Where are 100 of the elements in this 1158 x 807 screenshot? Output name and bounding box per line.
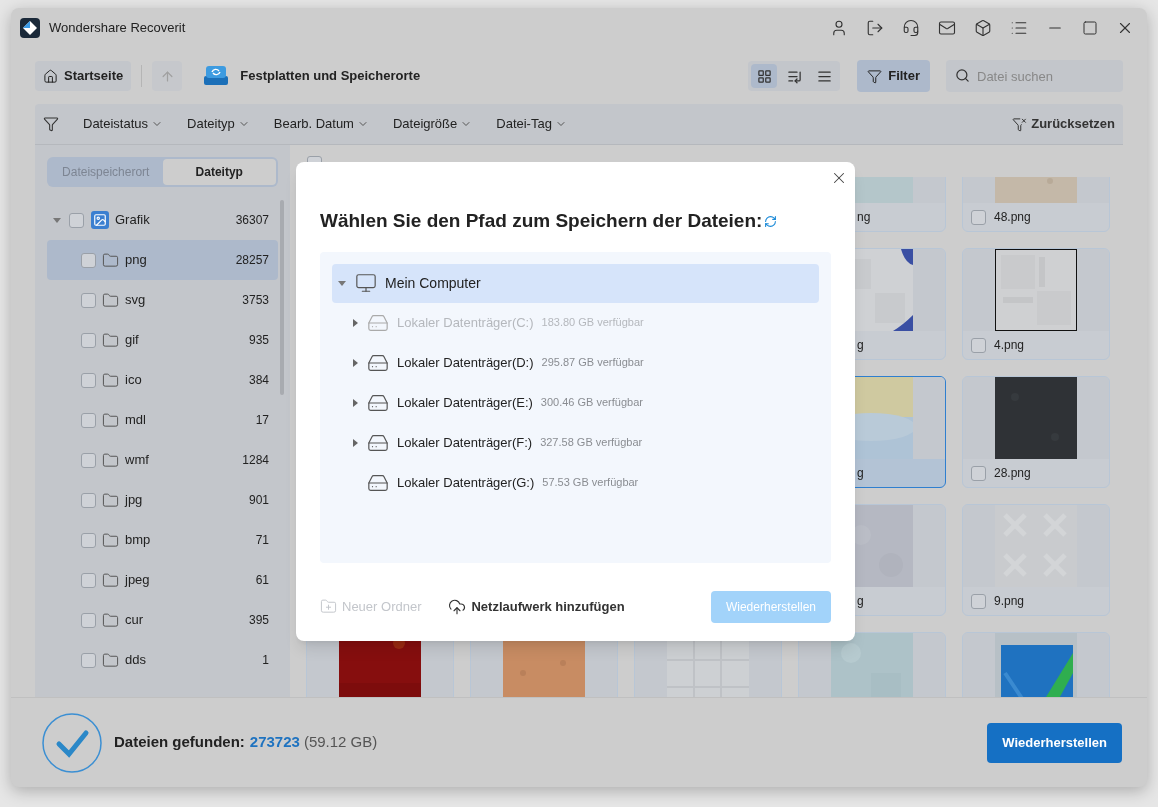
- cube-icon[interactable]: [974, 19, 992, 37]
- folder-icon: [102, 291, 119, 309]
- checkbox[interactable]: [971, 209, 986, 225]
- checkbox[interactable]: [81, 572, 96, 588]
- tree-count: 17: [255, 412, 269, 429]
- filter-dropdown[interactable]: Bearb. Datum: [273, 114, 369, 134]
- menu-icon[interactable]: [1010, 19, 1028, 37]
- drive-label: Lokaler Datenträger(E:): [397, 393, 533, 412]
- checkbox[interactable]: [81, 452, 96, 468]
- tree-count: 384: [248, 372, 269, 389]
- checkbox[interactable]: [81, 612, 96, 628]
- file-name: g: [857, 593, 864, 610]
- maximize-icon[interactable]: [1082, 20, 1098, 36]
- tree-count: 36307: [235, 212, 269, 229]
- app-logo: [20, 18, 40, 38]
- file-name: 4.png: [994, 337, 1025, 354]
- user-icon[interactable]: [830, 19, 848, 37]
- location-label: Festplatten und Speicherorte: [240, 67, 421, 86]
- view-button[interactable]: [751, 64, 778, 88]
- checkbox[interactable]: [971, 465, 986, 481]
- tree-count: 1: [262, 652, 269, 669]
- caret-icon[interactable]: [352, 438, 358, 447]
- found-size: (59.12 GB): [303, 732, 378, 753]
- checkbox[interactable]: [81, 652, 96, 668]
- filter-dropdown[interactable]: Datei-Tag: [496, 114, 567, 134]
- tree-row[interactable]: jpeg 61: [47, 560, 278, 600]
- tree-row[interactable]: dds 1: [47, 640, 278, 680]
- tree-label: cur: [125, 611, 144, 630]
- tree-label: mdl: [125, 411, 146, 430]
- tree-label: png: [125, 251, 147, 270]
- tree-row[interactable]: gif 935: [47, 320, 278, 360]
- file-tile[interactable]: 28.png: [962, 376, 1110, 488]
- checkbox[interactable]: [81, 532, 96, 548]
- found-label: Dateien gefunden:: [114, 732, 245, 753]
- tree-row[interactable]: cur 395: [47, 600, 278, 640]
- caret-icon[interactable]: [352, 358, 358, 367]
- list-icon: [816, 68, 832, 84]
- tree-row[interactable]: bmp 71: [47, 520, 278, 560]
- free-space: 327.58 GB verfügbar: [540, 435, 643, 451]
- file-name: 28.png: [994, 465, 1031, 482]
- checkbox[interactable]: [81, 252, 96, 268]
- tree-row[interactable]: jpg 901: [47, 480, 278, 520]
- file-tile[interactable]: 48.png: [962, 177, 1110, 232]
- checkbox[interactable]: [81, 292, 96, 308]
- file-name: 48.png: [994, 209, 1031, 226]
- caret-icon[interactable]: [352, 398, 358, 407]
- tree-row[interactable]: svg 3753: [47, 280, 278, 320]
- filter-dropdown[interactable]: Dateigröße: [392, 114, 473, 134]
- caret-icon[interactable]: [53, 216, 61, 224]
- cloud-upload-icon: [448, 597, 467, 616]
- mail-icon[interactable]: [938, 19, 956, 37]
- funnel-icon: [867, 68, 883, 84]
- folder-icon: [102, 531, 119, 549]
- checkbox[interactable]: [81, 332, 96, 348]
- filter-dropdown[interactable]: Dateityp: [187, 114, 250, 134]
- refresh-icon[interactable]: [764, 214, 778, 228]
- tree-count: 71: [255, 532, 269, 549]
- checkbox[interactable]: [971, 337, 986, 353]
- tree-count: 395: [248, 612, 269, 629]
- caret-icon[interactable]: [338, 279, 346, 287]
- sidebar-tab[interactable]: Dateityp: [162, 159, 276, 185]
- tree-row[interactable]: ico 384: [47, 360, 278, 400]
- tree-row[interactable]: png 28257: [47, 240, 278, 280]
- tree-row[interactable]: Mein Computer: [332, 263, 819, 303]
- tree-label: gif: [125, 331, 139, 350]
- checkbox[interactable]: [971, 593, 986, 609]
- checkbox[interactable]: [81, 372, 96, 388]
- restore-button[interactable]: Wiederherstellen: [987, 722, 1122, 763]
- reset-button[interactable]: Zurücksetzen: [1012, 114, 1115, 134]
- drive-label: Lokaler Datenträger(G:): [397, 473, 535, 492]
- home-button[interactable]: Startseite: [35, 61, 132, 91]
- network-drive-button[interactable]: Netzlaufwerk hinzufügen: [448, 596, 625, 617]
- file-tile[interactable]: 9.png: [962, 504, 1110, 616]
- folder-icon: [102, 491, 119, 509]
- tree-row[interactable]: Grafik 36307: [47, 200, 278, 240]
- detail-list-icon: [786, 68, 802, 84]
- filter-dropdown[interactable]: Dateistatus: [83, 114, 164, 134]
- tree-label: jpeg: [125, 571, 150, 590]
- search-field[interactable]: Datei suchen: [946, 60, 1123, 92]
- tree-count: 61: [255, 572, 269, 589]
- tree-row[interactable]: wmf 1284: [47, 440, 278, 480]
- folder-icon: [102, 411, 119, 429]
- found-count: 273723: [249, 732, 300, 753]
- filter-button[interactable]: Filter: [857, 60, 930, 92]
- folder-icon: [102, 571, 119, 589]
- headset-icon[interactable]: [902, 19, 920, 37]
- tree-count: 935: [248, 332, 269, 349]
- tree-count: 1284: [242, 452, 269, 469]
- tree-row[interactable]: mdl 17: [47, 400, 278, 440]
- home-icon: [43, 68, 58, 84]
- checkbox[interactable]: [81, 492, 96, 508]
- file-tile[interactable]: 4.png: [962, 248, 1110, 360]
- checkbox[interactable]: [81, 412, 96, 428]
- tree-count: 3753: [242, 292, 269, 309]
- exit-icon[interactable]: [866, 19, 884, 37]
- tree-label: dds: [125, 651, 146, 670]
- search-icon: [955, 68, 970, 83]
- checkbox[interactable]: [69, 212, 84, 228]
- folder-icon: [102, 251, 119, 269]
- drive-label: Lokaler Datenträger(C:): [397, 313, 534, 332]
